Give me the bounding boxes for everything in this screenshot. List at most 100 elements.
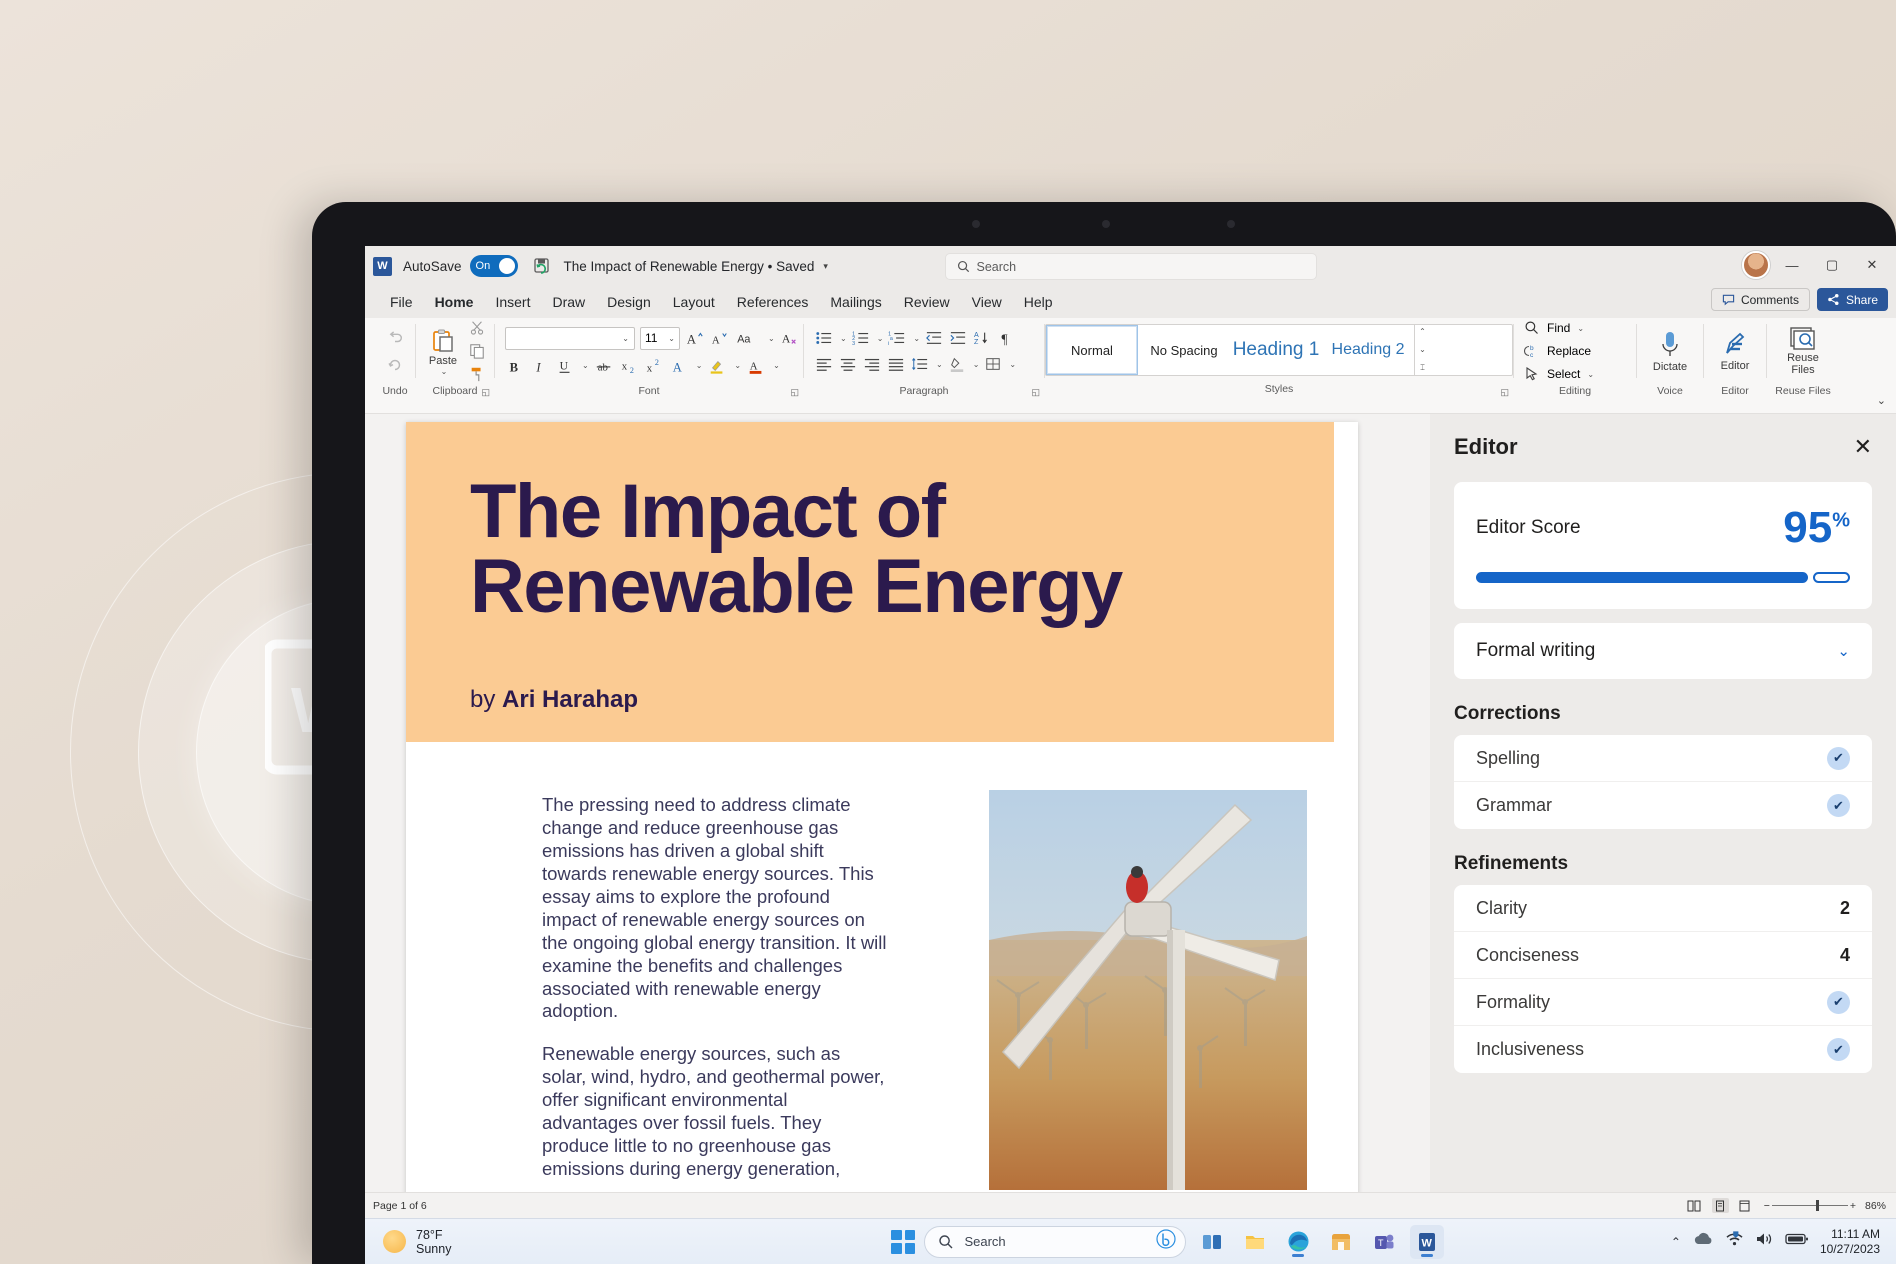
align-center-icon[interactable] (838, 354, 858, 374)
font-name-input[interactable]: ⌄ (505, 327, 635, 350)
font-size-input[interactable]: 11 ⌄ (640, 327, 680, 350)
change-case-icon[interactable]: Aa (735, 328, 761, 348)
taskbar-clock[interactable]: 11:11 AM 10/27/2023 (1820, 1227, 1880, 1256)
bing-copilot-icon[interactable] (1156, 1229, 1176, 1254)
close-button[interactable]: ✕ (1854, 251, 1890, 279)
print-layout-icon[interactable] (1712, 1198, 1729, 1213)
select-button[interactable]: Select ⌄ (1522, 364, 1594, 384)
writing-mode-dropdown[interactable]: Formal writing ⌄ (1454, 623, 1872, 679)
show-formatting-marks-icon[interactable]: ¶ (996, 328, 1016, 348)
chevron-down-icon[interactable]: ⌄ (877, 334, 884, 343)
style-heading-1[interactable]: Heading 1 (1230, 325, 1322, 375)
refinement-row-clarity[interactable]: Clarity 2 (1454, 885, 1872, 932)
chevron-down-icon[interactable]: ⌄ (734, 361, 741, 370)
chevron-down-icon[interactable]: ⌄ (696, 361, 703, 370)
tab-design[interactable]: Design (596, 290, 662, 314)
italic-icon[interactable]: I (530, 356, 550, 376)
zoom-level-label[interactable]: 86% (1865, 1200, 1886, 1212)
file-explorer-icon[interactable] (1238, 1225, 1272, 1259)
tray-expand-chevron-icon[interactable]: ⌃ (1671, 1235, 1681, 1249)
copy-icon[interactable] (467, 341, 487, 361)
document-byline[interactable]: by Ari Harahap (470, 686, 638, 714)
zoom-track[interactable] (1772, 1205, 1848, 1206)
chevron-down-icon[interactable]: ⌄ (973, 360, 980, 369)
correction-row-spelling[interactable]: Spelling ✔ (1454, 735, 1872, 782)
replace-button[interactable]: bc Replace (1522, 341, 1591, 361)
bullet-list-icon[interactable] (814, 328, 834, 348)
wifi-icon[interactable] (1725, 1231, 1744, 1252)
zoom-out-button[interactable]: − (1764, 1200, 1770, 1212)
wind-turbine-photo[interactable] (989, 790, 1307, 1190)
clear-formatting-icon[interactable]: A (780, 328, 800, 348)
document-body-text[interactable]: The pressing need to address climate cha… (542, 794, 887, 1181)
increase-indent-icon[interactable] (948, 328, 968, 348)
volume-icon[interactable] (1755, 1231, 1774, 1252)
web-layout-icon[interactable] (1738, 1198, 1755, 1213)
cut-icon[interactable] (467, 318, 487, 338)
shading-icon[interactable] (947, 354, 967, 374)
maximize-button[interactable]: ▢ (1814, 251, 1850, 279)
style-heading-2[interactable]: Heading 2 (1322, 325, 1414, 375)
taskbar-weather-widget[interactable]: 78°F Sunny (365, 1228, 665, 1256)
tab-help[interactable]: Help (1013, 290, 1064, 314)
superscript-icon[interactable]: x2 (644, 356, 664, 376)
refinement-row-formality[interactable]: Formality ✔ (1454, 979, 1872, 1026)
styles-gallery-scroll[interactable]: ⌃ ⌄ ⌶ (1414, 325, 1430, 375)
clipboard-dialog-launcher[interactable]: ◱ (481, 387, 490, 398)
chevron-down-icon[interactable]: ⌄ (1837, 642, 1850, 660)
save-sync-icon[interactable] (532, 256, 552, 276)
dictate-button[interactable]: Dictate (1650, 328, 1690, 375)
zoom-in-button[interactable]: + (1850, 1200, 1856, 1212)
undo-button[interactable] (382, 325, 408, 349)
editor-button[interactable]: Editor (1717, 328, 1753, 374)
battery-icon[interactable] (1785, 1232, 1809, 1251)
text-effects-icon[interactable]: A (669, 356, 689, 376)
decrease-font-size-icon[interactable]: A (710, 328, 730, 348)
chevron-down-icon[interactable]: ⌄ (936, 360, 943, 369)
comments-button[interactable]: Comments (1711, 288, 1810, 311)
numbered-list-icon[interactable]: 123 (851, 328, 871, 348)
taskbar-search-input[interactable]: Search (924, 1226, 1186, 1258)
document-page[interactable]: The Impact of Renewable Energy by Ari Ha… (406, 422, 1358, 1218)
windows-start-icon[interactable] (891, 1230, 915, 1254)
align-right-icon[interactable] (862, 354, 882, 374)
tab-view[interactable]: View (961, 290, 1013, 314)
task-view-icon[interactable] (1195, 1225, 1229, 1259)
subscript-icon[interactable]: x2 (619, 356, 639, 376)
reuse-files-button[interactable]: Reuse Files (1774, 324, 1832, 378)
chevron-down-icon[interactable]: ⌄ (913, 334, 920, 343)
styles-dialog-launcher[interactable]: ◱ (1500, 387, 1509, 398)
microsoft-word-icon[interactable]: W (1410, 1225, 1444, 1259)
borders-icon[interactable] (983, 354, 1003, 374)
refinement-row-conciseness[interactable]: Conciseness 4 (1454, 932, 1872, 979)
share-button[interactable]: Share (1817, 288, 1888, 311)
tab-references[interactable]: References (726, 290, 820, 314)
microsoft-teams-icon[interactable]: T (1367, 1225, 1401, 1259)
zoom-knob[interactable] (1816, 1200, 1819, 1211)
collapse-ribbon-button[interactable]: ⌄ (1877, 394, 1886, 407)
scroll-up-icon[interactable]: ⌃ (1419, 327, 1426, 336)
read-mode-icon[interactable] (1686, 1198, 1703, 1213)
tab-draw[interactable]: Draw (541, 290, 596, 314)
underline-icon[interactable]: U (555, 356, 575, 376)
justify-icon[interactable] (886, 354, 906, 374)
refinement-row-inclusiveness[interactable]: Inclusiveness ✔ (1454, 1026, 1872, 1073)
sort-icon[interactable]: AZ (972, 328, 992, 348)
decrease-indent-icon[interactable] (924, 328, 944, 348)
font-dialog-launcher[interactable]: ◱ (790, 387, 799, 398)
font-color-icon[interactable]: A (746, 356, 766, 376)
chevron-down-icon[interactable]: ⌄ (441, 367, 448, 376)
tab-file[interactable]: File (379, 290, 424, 314)
chevron-down-icon[interactable]: ⌄ (768, 334, 775, 343)
strikethrough-icon[interactable]: ab (594, 356, 614, 376)
increase-font-size-icon[interactable]: A (685, 328, 705, 348)
document-heading[interactable]: The Impact of Renewable Energy (470, 474, 1318, 624)
autosave-toggle[interactable]: On (470, 255, 518, 277)
line-spacing-icon[interactable] (910, 354, 930, 374)
multilevel-list-icon[interactable]: 1ai (887, 328, 907, 348)
align-left-icon[interactable] (814, 354, 834, 374)
format-painter-icon[interactable] (467, 364, 487, 384)
chevron-down-icon[interactable]: ⌄ (1009, 360, 1016, 369)
correction-row-grammar[interactable]: Grammar ✔ (1454, 782, 1872, 829)
redo-button[interactable] (382, 353, 408, 377)
